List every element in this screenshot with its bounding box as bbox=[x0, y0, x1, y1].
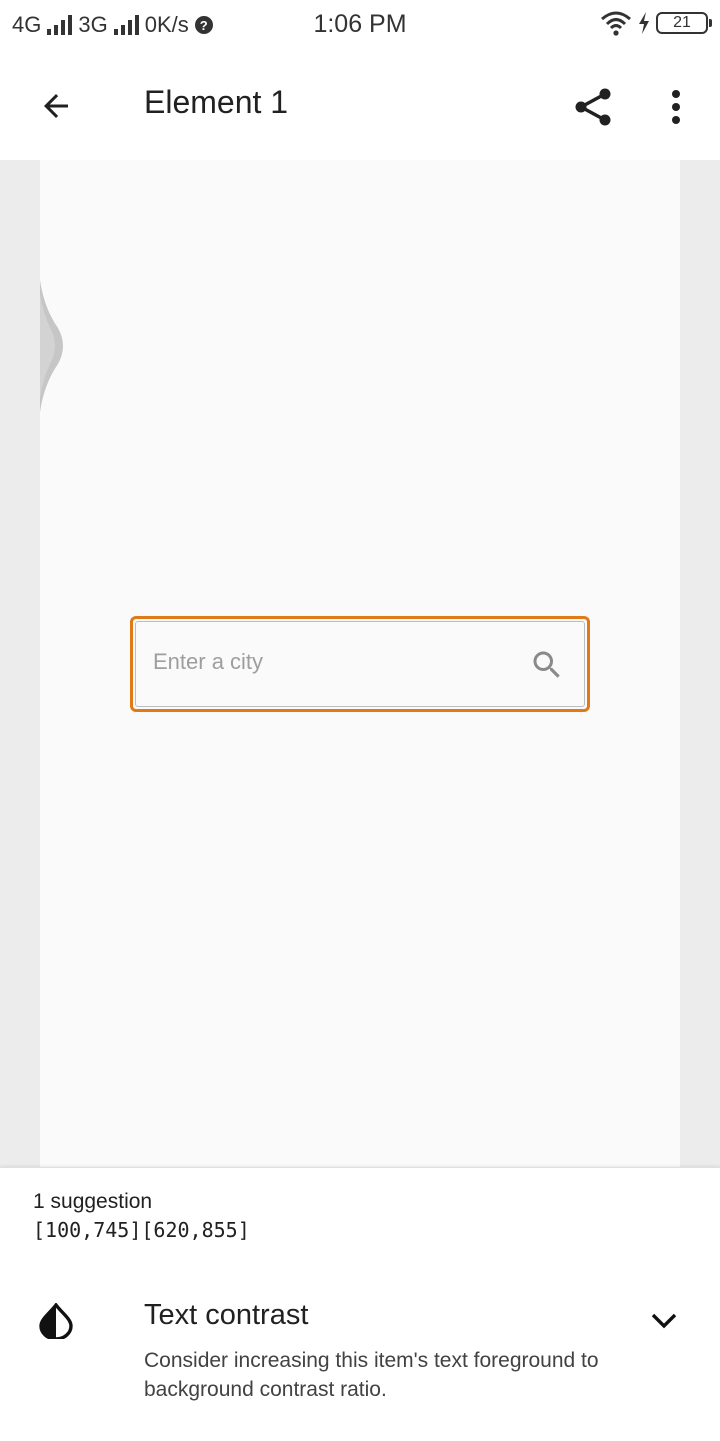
expand-button[interactable] bbox=[644, 1304, 684, 1338]
issue-title: Text contrast bbox=[144, 1299, 309, 1331]
status-bar: 4G 3G 0K/s ? 1:06 PM 21 bbox=[0, 0, 720, 50]
more-vert-icon bbox=[672, 90, 680, 124]
issue-description: Consider increasing this item's text for… bbox=[144, 1349, 599, 1401]
app-bar: Element 1 bbox=[0, 50, 720, 160]
share-icon bbox=[575, 88, 611, 126]
chevron-down-icon bbox=[651, 1313, 677, 1329]
status-right: 21 bbox=[600, 10, 712, 36]
search-placeholder: Enter a city bbox=[153, 649, 264, 674]
suggestions-panel: 1 suggestion [100,745][620,855] Text con… bbox=[0, 1167, 720, 1441]
wifi-icon bbox=[601, 11, 631, 36]
battery-icon: 21 bbox=[656, 12, 712, 34]
more-options-button[interactable] bbox=[652, 80, 700, 134]
screenshot-preview: Enter a city bbox=[0, 160, 720, 1168]
page-title: Element 1 bbox=[144, 84, 289, 120]
element-bounds: [100,745][620,855] bbox=[33, 1218, 250, 1242]
search-icon[interactable] bbox=[529, 647, 565, 683]
city-search-input[interactable]: Enter a city bbox=[130, 616, 590, 712]
contrast-icon bbox=[39, 1303, 73, 1339]
back-arrow-icon bbox=[44, 94, 68, 118]
share-button[interactable] bbox=[566, 80, 620, 134]
preview-screen: Enter a city bbox=[40, 160, 680, 1168]
back-button[interactable] bbox=[30, 80, 82, 132]
suggestion-count: 1 suggestion bbox=[33, 1190, 153, 1213]
charging-icon bbox=[639, 12, 649, 34]
drawer-edge-handle[interactable] bbox=[40, 280, 64, 412]
